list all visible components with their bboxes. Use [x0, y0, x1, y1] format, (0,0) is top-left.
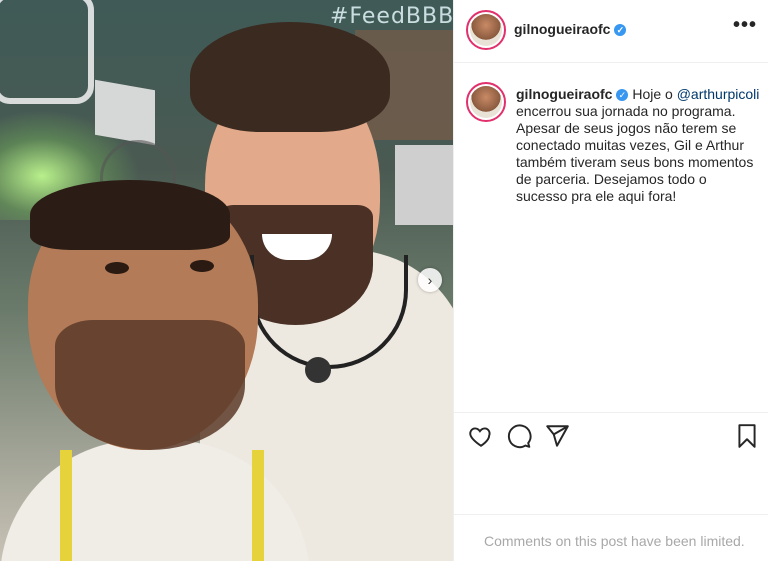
caption-mention-link[interactable]: @arthurpicoli	[677, 86, 760, 102]
person-right-hair	[190, 22, 390, 132]
caption-username[interactable]: gilnogueiraofc	[516, 86, 612, 102]
person-left-hair	[30, 180, 230, 250]
avatar[interactable]	[466, 10, 506, 50]
next-photo-button[interactable]: ›	[418, 268, 442, 292]
comments-footer: Comments on this post have been limited.	[454, 514, 768, 562]
share-icon[interactable]	[544, 423, 570, 449]
post-caption: gilnogueiraofc ✓ Hoje o @arthurpicoli enc…	[516, 86, 761, 205]
necklace-pendant	[305, 357, 331, 383]
person-left-beard	[55, 320, 245, 450]
caption-text-rest: encerrou sua jornada no programa. Apesar…	[516, 103, 754, 204]
post-header: gilnogueiraofc ✓ •••	[454, 0, 768, 63]
caption-avatar[interactable]	[466, 82, 506, 122]
comment-icon[interactable]	[506, 423, 532, 449]
chevron-right-icon: ›	[427, 272, 433, 288]
header-username-text[interactable]: gilnogueiraofc	[514, 21, 610, 37]
more-options-icon[interactable]: •••	[733, 14, 757, 37]
comments-limited-notice: Comments on this post have been limited.	[484, 533, 745, 549]
person-left-eye	[190, 260, 214, 272]
caption-text-start: Hoje o	[632, 86, 673, 102]
header-username[interactable]: gilnogueiraofc ✓	[514, 21, 627, 37]
verified-icon: ✓	[614, 24, 627, 37]
background-box	[95, 79, 155, 146]
feedbbb-sign: #FeedBBB	[330, 4, 453, 29]
post-photo[interactable]: #FeedBBB ›	[0, 0, 453, 561]
background-cube	[395, 145, 453, 225]
verified-icon: ✓	[616, 89, 629, 102]
post-side-panel: gilnogueiraofc ✓ ••• gilnogueiraofc ✓ Hoje…	[453, 0, 768, 561]
post-actions-bar	[454, 412, 768, 459]
person-left-eye	[105, 262, 129, 274]
lanyard	[60, 450, 264, 561]
bb-sign-letter	[0, 0, 94, 104]
bookmark-icon[interactable]	[734, 423, 760, 449]
heart-icon[interactable]	[468, 423, 494, 449]
